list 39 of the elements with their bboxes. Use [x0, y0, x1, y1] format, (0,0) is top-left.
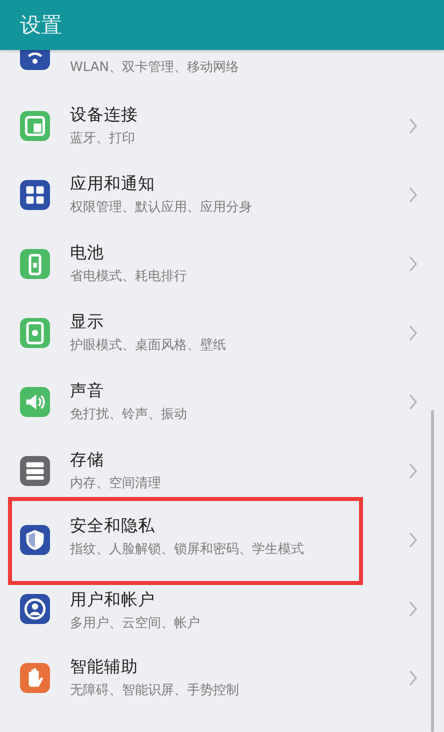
settings-item[interactable]: 声音 免打扰、铃声、振动	[0, 367, 444, 436]
item-subtitle: 权限管理、默认应用、应用分身	[70, 199, 253, 216]
item-subtitle: 多用户、云空间、帐户	[70, 615, 201, 632]
page-title: 设置	[20, 12, 62, 39]
item-title: 安全和隐私	[70, 515, 156, 537]
item-subtitle: 省电模式、耗电排行	[70, 268, 188, 285]
chevron-icon	[408, 670, 418, 686]
item-title: 显示	[70, 311, 105, 333]
settings-item[interactable]: WLAN、双卡管理、移动网络	[0, 50, 444, 91]
item-title: 智能辅助	[70, 656, 139, 678]
settings-item[interactable]: 智能辅助 无障碍、智能识屏、手势控制	[0, 643, 444, 712]
chevron-icon	[408, 600, 418, 616]
item-title: 设备连接	[70, 104, 139, 126]
item-title: 用户和帐户	[70, 589, 156, 611]
chevron-icon	[408, 462, 418, 478]
settings-item[interactable]: 显示 护眼模式、桌面风格、壁纸	[0, 298, 444, 367]
chevron-icon	[408, 324, 418, 340]
item-title: 声音	[70, 380, 105, 402]
chevron-icon	[408, 186, 418, 202]
item-subtitle: WLAN、双卡管理、移动网络	[70, 59, 240, 76]
settings-item[interactable]: 设备连接 蓝牙、打印	[0, 91, 444, 160]
settings-item[interactable]: 存储 内存、空间清理	[0, 436, 444, 505]
settings-item[interactable]: 安全和隐私 指纹、人脸解锁、锁屏和密码、学生模式	[0, 505, 444, 574]
item-subtitle: 蓝牙、打印	[70, 130, 136, 147]
item-subtitle: 内存、空间清理	[70, 475, 162, 492]
item-subtitle: 护眼模式、桌面风格、壁纸	[70, 337, 227, 354]
item-subtitle: 免打扰、铃声、振动	[70, 406, 188, 423]
settings-item[interactable]: 应用和通知 权限管理、默认应用、应用分身	[0, 160, 444, 229]
item-title: 存储	[70, 449, 105, 471]
chevron-icon	[408, 394, 418, 410]
item-title: 应用和通知	[70, 173, 156, 195]
chevron-icon	[408, 256, 418, 272]
settings-item[interactable]: 用户和帐户 多用户、云空间、帐户	[0, 574, 444, 643]
chevron-icon	[408, 532, 418, 548]
chevron-icon	[408, 118, 418, 134]
item-subtitle: 指纹、人脸解锁、锁屏和密码、学生模式	[70, 541, 305, 558]
item-subtitle: 无障碍、智能识屏、手势控制	[70, 682, 240, 699]
settings-item[interactable]: 电池 省电模式、耗电排行	[0, 229, 444, 298]
item-title: 电池	[70, 242, 105, 264]
